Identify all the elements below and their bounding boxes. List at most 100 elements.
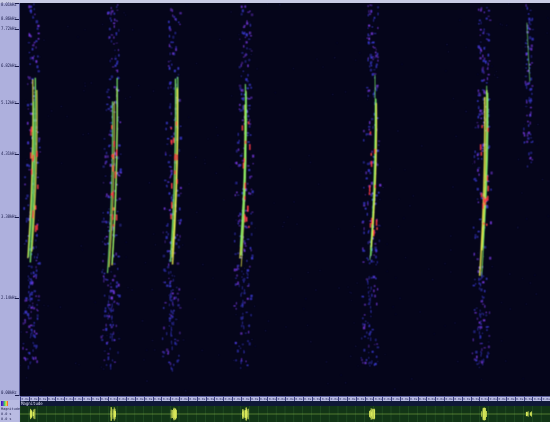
noise-speck xyxy=(185,390,187,392)
noise-speck xyxy=(132,29,134,31)
noise-speck xyxy=(526,218,528,220)
noise-speck xyxy=(522,378,524,380)
noise-speck xyxy=(82,134,84,136)
noise-speck xyxy=(218,354,220,356)
noise-speck xyxy=(30,361,32,363)
noise-speck xyxy=(20,364,21,366)
noise-speck xyxy=(51,110,53,112)
noise-speck xyxy=(235,314,237,316)
noise-speck xyxy=(316,58,318,60)
spectrogram-canvas[interactable] xyxy=(20,3,550,396)
noise-speck xyxy=(103,368,105,370)
noise-speck xyxy=(454,322,456,324)
waveform-canvas[interactable] xyxy=(20,406,550,422)
noise-speck xyxy=(340,374,342,376)
noise-speck xyxy=(100,366,102,368)
noise-speck xyxy=(250,158,251,160)
noise-speck xyxy=(144,262,146,264)
noise-speck xyxy=(84,29,86,31)
noise-speck xyxy=(395,277,397,279)
noise-speck xyxy=(125,14,127,16)
noise-speck xyxy=(359,52,361,54)
noise-speck xyxy=(356,282,358,284)
noise-speck xyxy=(351,300,352,301)
waveform-view[interactable] xyxy=(20,406,550,422)
noise-speck xyxy=(394,388,396,390)
noise-speck xyxy=(491,65,493,67)
noise-speck xyxy=(230,166,232,168)
noise-speck xyxy=(517,226,519,228)
noise-speck xyxy=(66,116,68,117)
noise-speck xyxy=(446,44,448,46)
noise-speck xyxy=(78,364,80,366)
noise-speck xyxy=(382,186,384,188)
noise-speck xyxy=(509,308,511,310)
noise-speck xyxy=(204,163,206,164)
noise-speck xyxy=(256,68,258,70)
noise-speck xyxy=(138,85,140,87)
noise-speck xyxy=(529,282,531,284)
noise-speck xyxy=(315,289,317,291)
noise-speck xyxy=(125,241,127,243)
noise-speck xyxy=(223,199,225,201)
noise-speck xyxy=(25,100,27,102)
noise-speck xyxy=(153,90,154,92)
noise-speck xyxy=(403,217,405,219)
noise-speck xyxy=(384,354,386,355)
spectrogram-view[interactable] xyxy=(20,3,550,396)
noise-speck xyxy=(404,169,406,171)
frequency-tick xyxy=(15,65,19,67)
noise-speck xyxy=(477,73,479,75)
noise-speck xyxy=(450,249,452,251)
noise-speck xyxy=(347,286,349,288)
noise-speck xyxy=(251,339,253,340)
noise-speck xyxy=(59,306,61,308)
noise-speck xyxy=(40,389,42,391)
noise-speck xyxy=(412,195,414,197)
noise-speck xyxy=(292,68,294,70)
noise-speck xyxy=(293,201,295,203)
noise-speck xyxy=(26,377,27,379)
noise-speck xyxy=(450,235,452,237)
noise-speck xyxy=(43,39,45,41)
noise-speck xyxy=(350,355,352,357)
noise-speck xyxy=(495,71,497,72)
noise-speck xyxy=(307,324,309,326)
frequency-tick xyxy=(15,154,19,156)
noise-speck xyxy=(195,156,197,158)
noise-speck xyxy=(274,92,276,94)
noise-speck xyxy=(506,24,508,26)
noise-speck xyxy=(67,26,69,27)
noise-speck xyxy=(326,361,327,363)
noise-speck xyxy=(318,183,320,185)
noise-speck xyxy=(143,359,145,361)
noise-speck xyxy=(483,256,485,258)
noise-speck xyxy=(336,42,338,44)
waveform-burst xyxy=(369,408,376,420)
noise-speck xyxy=(450,271,452,273)
noise-speck xyxy=(536,143,538,145)
noise-speck xyxy=(283,222,285,223)
noise-speck xyxy=(254,305,256,307)
noise-speck xyxy=(217,134,219,136)
noise-speck xyxy=(491,266,493,268)
noise-speck xyxy=(309,161,311,163)
noise-speck xyxy=(186,4,188,6)
noise-speck xyxy=(230,11,232,13)
noise-speck xyxy=(370,43,372,45)
noise-speck xyxy=(319,270,321,271)
noise-speck xyxy=(517,227,519,229)
spectrogram-app: 8.01kHz 8.86kHz 7.72kHz 6.82kHz 5.12kHz 4.31k… xyxy=(0,0,550,422)
noise-speck xyxy=(334,57,336,59)
noise-speck xyxy=(409,205,411,207)
noise-speck xyxy=(166,208,168,210)
legend-row-label: 0.0 s xyxy=(1,417,12,421)
noise-speck xyxy=(353,226,355,227)
noise-speck xyxy=(61,162,63,164)
noise-speck xyxy=(472,163,473,165)
noise-speck xyxy=(452,186,454,188)
noise-speck xyxy=(497,76,498,78)
noise-speck xyxy=(129,96,131,98)
call-streak xyxy=(100,4,122,370)
noise-speck xyxy=(457,361,459,363)
